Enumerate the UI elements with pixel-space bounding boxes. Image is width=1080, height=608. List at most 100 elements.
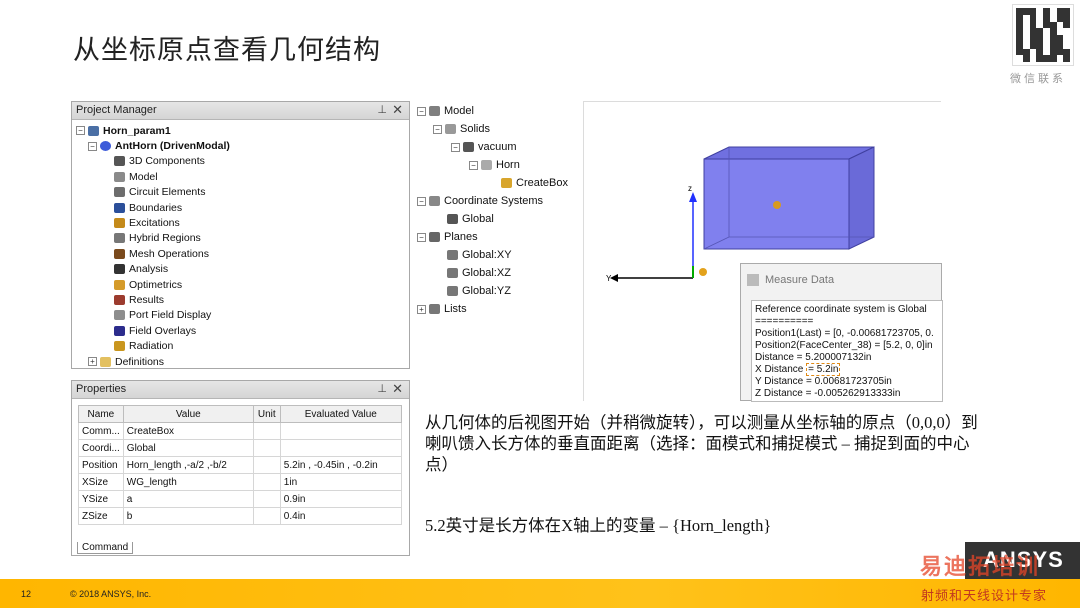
measure-data-title: Measure Data bbox=[765, 274, 835, 286]
qr-cell bbox=[1029, 8, 1037, 15]
tree-item-3d-components[interactable]: 3D Components bbox=[74, 154, 409, 169]
table-row[interactable]: Comm... CreateBox bbox=[78, 422, 402, 440]
qr-caption: 微信联系 bbox=[1010, 72, 1066, 85]
qr-cell bbox=[1049, 48, 1057, 56]
table-row[interactable]: Coordi... Global bbox=[78, 439, 402, 457]
model-tree: − Model − Solids − vacuum − Horn CreateB… bbox=[413, 101, 581, 321]
measure-line: Position2(FaceCenter_38) = [5.2, 0, 0]in bbox=[755, 340, 933, 351]
watermark-top: 易迪拓培训 bbox=[920, 555, 1041, 580]
close-icon[interactable]: ✕ bbox=[392, 381, 403, 397]
qr-cell bbox=[1029, 14, 1037, 22]
collapse-icon[interactable]: − bbox=[88, 141, 97, 151]
qr-cell bbox=[1043, 55, 1050, 62]
tree-item-optimetrics[interactable]: Optimetrics bbox=[74, 277, 409, 292]
properties-table: Name Value Unit Evaluated Value Comm... … bbox=[78, 405, 402, 525]
model-tree-item-createbox[interactable]: CreateBox bbox=[417, 174, 581, 192]
table-row[interactable]: YSize a 0.9in bbox=[78, 490, 402, 508]
measure-line: Z Distance = -0.005262913333in bbox=[755, 388, 901, 399]
qr-cell bbox=[1056, 55, 1064, 62]
column-header-value[interactable]: Value bbox=[122, 405, 254, 423]
command-tab[interactable]: Command bbox=[77, 542, 134, 554]
footer-bar: 12 © 2018 ANSYS, Inc. bbox=[0, 579, 1080, 608]
qr-cell bbox=[1056, 41, 1064, 49]
qr-cell bbox=[1063, 14, 1070, 22]
model-tree-item-vacuum[interactable]: − vacuum bbox=[417, 138, 581, 156]
model-tree-item-global-xy[interactable]: Global:XY bbox=[417, 246, 581, 264]
model-tree-item-global-xz[interactable]: Global:XZ bbox=[417, 264, 581, 282]
box-side-face[interactable] bbox=[848, 146, 875, 250]
boundaries-icon bbox=[114, 202, 125, 213]
collapse-icon[interactable]: − bbox=[433, 124, 442, 134]
tree-item-results[interactable]: Results bbox=[74, 292, 409, 307]
expand-icon[interactable]: + bbox=[417, 304, 426, 314]
qr-cell bbox=[1049, 55, 1057, 62]
folder-icon bbox=[100, 356, 111, 367]
qr-cell bbox=[1063, 35, 1070, 42]
table-row[interactable]: XSize WG_length 1in bbox=[78, 473, 402, 491]
tree-item-project[interactable]: − Horn_param1 bbox=[74, 123, 409, 138]
slide-note: 5.2英寸是长方体在X轴上的变量 – {Horn_length} bbox=[425, 516, 772, 535]
tree-item-excitations[interactable]: Excitations bbox=[74, 215, 409, 230]
table-row[interactable]: ZSize b 0.4in bbox=[78, 507, 402, 525]
measure-line: Reference coordinate system is Global bbox=[755, 304, 927, 315]
column-header-unit[interactable]: Unit bbox=[252, 405, 281, 423]
model-tree-item-model[interactable]: − Model bbox=[417, 102, 581, 120]
collapse-icon[interactable]: − bbox=[469, 160, 478, 170]
tree-item-hybrid-regions[interactable]: Hybrid Regions bbox=[74, 231, 409, 246]
measure-line: Distance = 5.200007132in bbox=[755, 352, 872, 363]
model-tree-item-global[interactable]: Global bbox=[417, 210, 581, 228]
qr-cell bbox=[1036, 14, 1043, 22]
model-tree-item-horn[interactable]: − Horn bbox=[417, 156, 581, 174]
close-icon[interactable]: ✕ bbox=[392, 102, 403, 118]
qr-cell bbox=[1022, 41, 1030, 49]
column-header-evaluated[interactable]: Evaluated Value bbox=[279, 405, 402, 423]
qr-cell bbox=[1056, 35, 1064, 42]
tree-item-field-overlays[interactable]: Field Overlays bbox=[74, 323, 409, 338]
collapse-icon[interactable]: − bbox=[417, 106, 426, 116]
tree-item-definitions[interactable]: + Definitions bbox=[74, 354, 409, 369]
qr-cell bbox=[1049, 21, 1057, 29]
material-icon bbox=[463, 142, 474, 152]
tree-item-mesh-operations[interactable]: Mesh Operations bbox=[74, 246, 409, 261]
collapse-icon[interactable]: − bbox=[76, 126, 85, 136]
qr-cell bbox=[1049, 8, 1057, 15]
box-top-face[interactable] bbox=[703, 146, 875, 160]
model-tree-item-coordinate-systems[interactable]: − Coordinate Systems bbox=[417, 192, 581, 210]
tree-item-circuit-elements[interactable]: Circuit Elements bbox=[74, 185, 409, 200]
qr-cell bbox=[1063, 8, 1070, 15]
tree-item-radiation[interactable]: Radiation bbox=[74, 338, 409, 353]
tree-item-model[interactable]: Model bbox=[74, 169, 409, 184]
qr-cell bbox=[1049, 41, 1057, 49]
qr-cell bbox=[1063, 55, 1070, 62]
qr-cell bbox=[1036, 35, 1043, 42]
collapse-icon[interactable]: − bbox=[451, 142, 460, 152]
results-icon bbox=[114, 294, 125, 305]
column-header-name[interactable]: Name bbox=[78, 405, 124, 423]
design-icon bbox=[100, 141, 111, 152]
table-row[interactable]: Position Horn_length ,-a/2 ,-b/2 5.2in ,… bbox=[78, 456, 402, 474]
plane-icon bbox=[447, 268, 458, 278]
tree-item-port-field-display[interactable]: Port Field Display bbox=[74, 308, 409, 323]
tree-item-boundaries[interactable]: Boundaries bbox=[74, 200, 409, 215]
expand-icon[interactable]: + bbox=[88, 357, 97, 367]
model-tree-item-planes[interactable]: − Planes bbox=[417, 228, 581, 246]
model-tree-item-global-yz[interactable]: Global:YZ bbox=[417, 282, 581, 300]
pin-icon[interactable]: ⊥ bbox=[377, 103, 387, 116]
qr-cell bbox=[1063, 41, 1070, 49]
project-icon bbox=[88, 125, 99, 136]
collapse-icon[interactable]: − bbox=[417, 196, 426, 206]
tree-item-design[interactable]: − AntHorn (DrivenModal) bbox=[74, 138, 409, 153]
pin-icon[interactable]: ⊥ bbox=[377, 382, 387, 395]
qr-cell bbox=[1022, 55, 1030, 62]
qr-cell bbox=[1036, 55, 1043, 62]
qr-cell bbox=[1049, 28, 1057, 35]
qr-cell bbox=[1043, 28, 1050, 35]
optimetrics-icon bbox=[114, 279, 125, 290]
model-tree-item-solids[interactable]: − Solids bbox=[417, 120, 581, 138]
lists-icon bbox=[429, 304, 440, 314]
object-icon bbox=[481, 160, 492, 170]
tree-item-analysis[interactable]: Analysis bbox=[74, 262, 409, 277]
collapse-icon[interactable]: − bbox=[417, 232, 426, 242]
model-tree-item-lists[interactable]: + Lists bbox=[417, 300, 581, 318]
project-manager-panel: Project Manager ⊥ ✕ − Horn_param1 − AntH… bbox=[71, 101, 410, 369]
